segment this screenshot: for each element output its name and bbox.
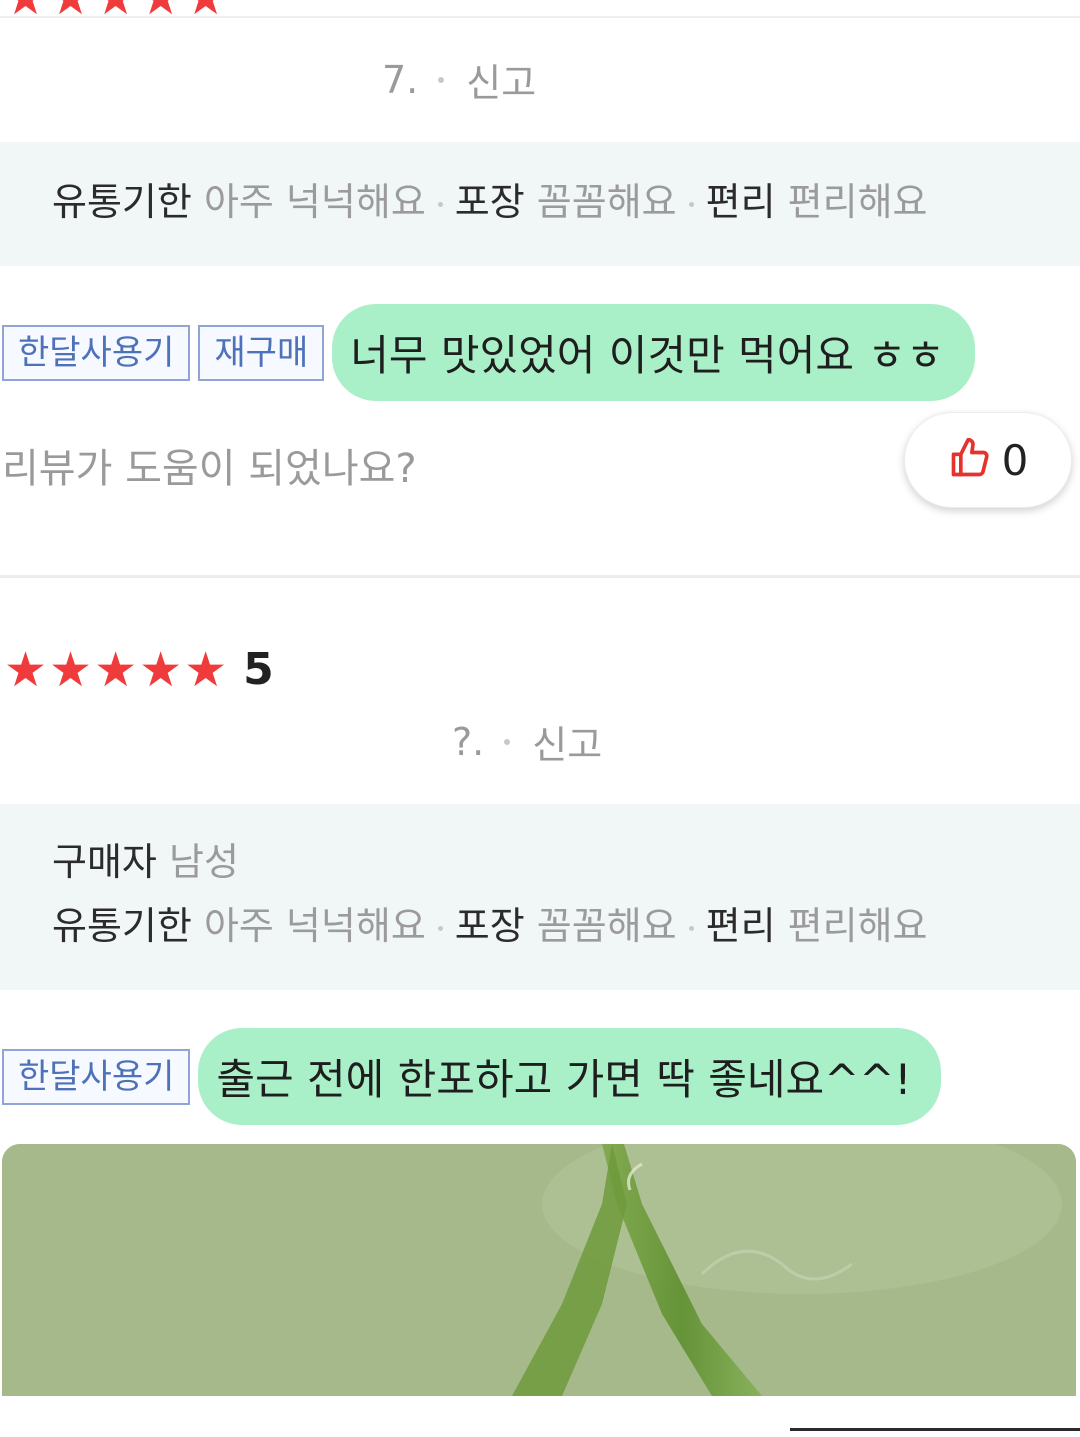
- review1-attributes: 유통기한 아주 넉넉해요 포장 꼼꼼해요 편리 편리해요: [0, 142, 1080, 266]
- meta-separator: [438, 76, 445, 83]
- attr-separator: [688, 202, 694, 207]
- photo-image: [2, 1144, 1076, 1396]
- tag-month-usage: 한달사용기: [2, 324, 191, 381]
- attr-separator: [437, 202, 443, 207]
- review1-tag-row: 한달사용기 재구매 너무 맛있었어 이것만 먹어요 ㅎㅎ: [2, 304, 975, 401]
- attribute-line: 유통기한 아주 넉넉해요 포장 꼼꼼해요 편리 편리해요: [52, 170, 1080, 234]
- star-icon: ★: [184, 641, 228, 698]
- star-icon: ★: [139, 0, 182, 22]
- star-icon: ★: [4, 0, 47, 22]
- review2-rating: 5: [243, 644, 274, 695]
- star-icon: ★: [139, 641, 183, 698]
- review2-attributes: 구매자 남성 유통기한 아주 넉넉해요 포장 꼼꼼해요 편리 편리해요: [0, 804, 1080, 990]
- attr-value: 아주 넉넉해요: [203, 180, 426, 224]
- tag-month-usage: 한달사용기: [2, 1048, 191, 1105]
- attr-key: 구매자: [52, 840, 157, 884]
- attr-separator: [437, 926, 443, 931]
- review-divider: [0, 575, 1080, 578]
- review1-helpful-question: 리뷰가 도움이 되었나요?: [2, 446, 417, 492]
- attr-separator: [688, 926, 694, 931]
- thumbs-up-icon: [948, 436, 992, 484]
- review1-report-link[interactable]: 신고: [466, 52, 536, 107]
- star-icon: ★: [49, 641, 93, 698]
- star-icon: ★: [94, 0, 137, 22]
- review2-stars: ★ ★ ★ ★ ★ 5: [4, 644, 274, 695]
- review1-text: 너무 맛있었어 이것만 먹어요 ㅎㅎ: [332, 304, 975, 401]
- attr-value: 편리해요: [787, 180, 928, 224]
- review2-meta-tail: ?.: [452, 719, 485, 764]
- review2-tag-row: 한달사용기 출근 전에 한포하고 가면 딱 좋네요^^!: [2, 1028, 942, 1125]
- attr-value: 편리해요: [787, 904, 928, 948]
- review2-photo[interactable]: [2, 1144, 1076, 1396]
- attr-key: 유통기한: [52, 904, 192, 948]
- attr-key: 포장: [454, 180, 525, 224]
- review2-meta: ?. 신고: [452, 714, 602, 769]
- like-count: 0: [1001, 435, 1029, 485]
- meta-separator: [504, 738, 511, 745]
- attr-value: 꼼꼼해요: [536, 180, 677, 224]
- star-icon: ★: [184, 0, 227, 22]
- bottom-sheet-handle: [790, 1428, 1080, 1431]
- attr-value: 남성: [168, 840, 239, 884]
- review1-meta: 7. 신고: [382, 52, 536, 107]
- attr-value: 꼼꼼해요: [536, 904, 677, 948]
- attr-key: 포장: [454, 904, 525, 948]
- attr-key: 유통기한: [52, 180, 192, 224]
- star-icon: ★: [49, 0, 92, 22]
- star-icon: ★: [4, 641, 48, 698]
- attr-key: 편리: [705, 180, 776, 224]
- review1-like-button[interactable]: 0: [904, 412, 1072, 508]
- tag-repurchase: 재구매: [198, 324, 325, 381]
- attr-key: 편리: [705, 904, 776, 948]
- review2-text: 출근 전에 한포하고 가면 딱 좋네요^^!: [198, 1028, 942, 1125]
- attribute-line: 유통기한 아주 넉넉해요 포장 꼼꼼해요 편리 편리해요: [52, 894, 1080, 958]
- buyer-line: 구매자 남성: [52, 830, 1080, 894]
- star-icon: ★: [94, 641, 138, 698]
- review1-meta-tail: 7.: [382, 57, 419, 102]
- review2-report-link[interactable]: 신고: [532, 714, 602, 769]
- review1-stars: ★ ★ ★ ★ ★: [4, 0, 229, 22]
- attr-value: 아주 넉넉해요: [203, 904, 426, 948]
- top-divider: [0, 16, 1080, 18]
